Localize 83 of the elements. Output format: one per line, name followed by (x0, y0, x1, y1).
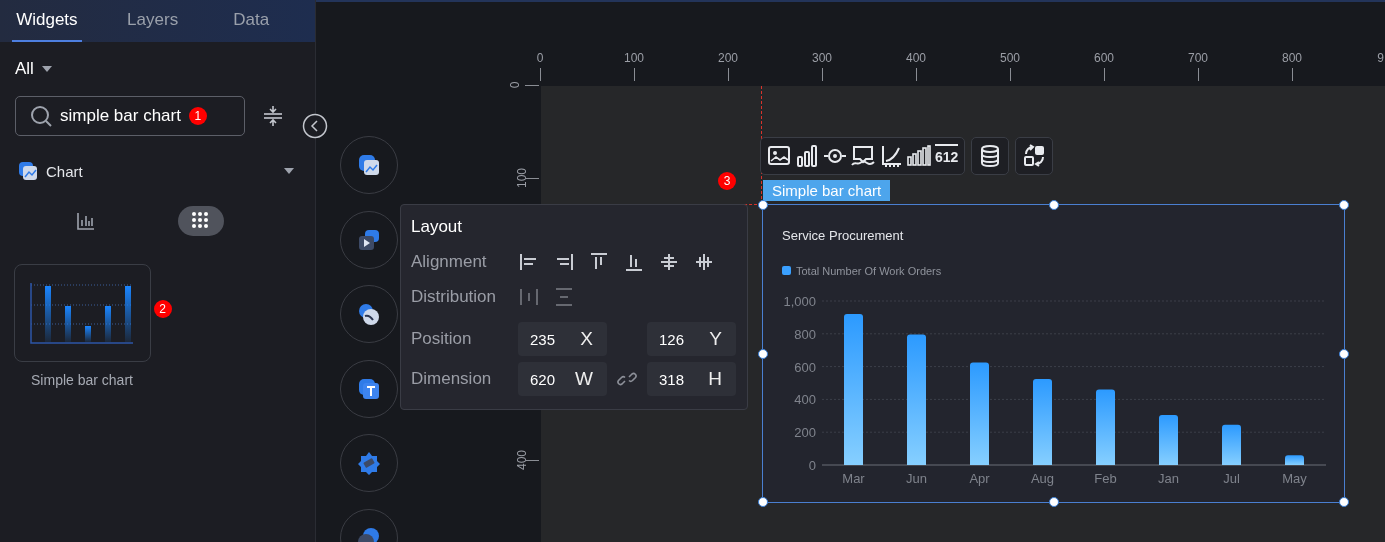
axis-tick-label: Feb (1094, 471, 1117, 486)
filter-dropdown[interactable]: All (15, 59, 34, 79)
filter-icon[interactable] (263, 105, 283, 127)
resize-handle[interactable] (758, 200, 768, 210)
resize-handle[interactable] (1339, 497, 1349, 507)
media-icon (357, 227, 381, 252)
number-field[interactable]: 126 Y (647, 322, 736, 356)
badge-icon (357, 451, 381, 475)
swap-icon[interactable] (1022, 144, 1047, 168)
panel-title: Layout (411, 217, 464, 237)
row-label: Dimension (411, 369, 493, 389)
grid-icon (191, 211, 211, 231)
resize-handle[interactable] (1339, 348, 1349, 359)
text-icon (357, 376, 381, 401)
resize-handle[interactable] (1048, 200, 1059, 210)
axis-tick-label: Jul (1223, 471, 1240, 486)
ruler-label: 100 (624, 51, 644, 65)
axis-tick-label: Jan (1158, 471, 1179, 486)
number-field[interactable]: 318 H (647, 362, 736, 396)
ruler-label: 700 (1188, 51, 1208, 65)
collapse-icon[interactable] (302, 113, 328, 139)
ruler-label: 100 (515, 168, 529, 188)
bar-chart-icon[interactable] (795, 144, 819, 168)
bar (1159, 415, 1178, 465)
category-label[interactable]: Chart (46, 162, 284, 180)
axis-tick-label: 400 (794, 392, 816, 408)
search-value: simple bar chart (60, 106, 181, 126)
bar-chart-icon (76, 211, 96, 231)
row-label: Position (411, 329, 473, 349)
axis-tick-label: Aug (1030, 471, 1055, 486)
axis-tick-label: 1,000 (783, 294, 816, 309)
ruler-label: 500 (1000, 51, 1020, 65)
row-label: Distribution (411, 287, 498, 307)
ruler-label: 300 (812, 51, 832, 65)
chart-title: Service Procurement (782, 228, 904, 243)
comment-icon[interactable] (851, 144, 875, 168)
chart-icon (357, 153, 381, 177)
ruler-label: 9 (1377, 51, 1384, 65)
search-icon (30, 105, 52, 127)
ruler-label: 0 (508, 81, 523, 89)
legend-label: Total Number Of Work Orders (796, 265, 942, 277)
tab[interactable]: Data (223, 0, 279, 42)
caret-icon (41, 66, 52, 72)
ruler-label: 400 (906, 51, 926, 65)
number-field[interactable]: 620 W (518, 362, 607, 396)
resize-handle[interactable] (1339, 200, 1349, 210)
resize-handle[interactable] (758, 348, 768, 359)
bar (1222, 424, 1241, 465)
curve-icon[interactable] (879, 144, 903, 168)
caret-icon[interactable] (284, 168, 294, 174)
grid-view-button[interactable] (178, 206, 224, 236)
resize-handle[interactable] (758, 497, 768, 507)
ruler-label: 600 (1094, 51, 1114, 65)
ruler-label: 800 (1282, 51, 1302, 65)
align-hcenter-icon[interactable] (693, 251, 715, 273)
row-label: Alignment (411, 252, 488, 272)
axis-tick-label: 200 (794, 425, 816, 441)
ruler-label: 400 (515, 450, 529, 470)
axis-tick-label: Mar (842, 471, 865, 486)
resize-handle[interactable] (1048, 497, 1059, 507)
axis-tick-label: May (1282, 471, 1307, 486)
axis-tick-label: 600 (794, 359, 816, 375)
axis-tick-label: 0 (808, 458, 816, 473)
ruler-label: 0 (536, 51, 544, 65)
columns-icon[interactable] (907, 144, 931, 168)
image-icon[interactable] (767, 144, 791, 168)
axis-tick-label: 800 (794, 326, 816, 342)
axis-tick-label: Jun (906, 471, 927, 486)
bar (1285, 455, 1304, 465)
widget-label: Simple bar chart (31, 372, 133, 388)
chart-category-icon (18, 161, 38, 181)
step-badge: 1 (188, 107, 207, 125)
ruler-label: 200 (718, 51, 738, 65)
axis-tick-label: Apr (969, 471, 990, 486)
search-field[interactable]: simple bar chart 1 (15, 96, 245, 136)
align-vcenter-icon[interactable] (658, 251, 680, 273)
tab[interactable]: Layers (117, 0, 188, 42)
bar-chart-thumbnail-icon (29, 281, 135, 345)
number-field[interactable]: 235 X (518, 322, 607, 356)
tab[interactable]: Widgets (12, 0, 82, 42)
number-widget-button[interactable]: 612 (935, 144, 959, 168)
step-badge: 2 (153, 300, 172, 318)
selection-label: Simple bar chart (763, 180, 891, 201)
